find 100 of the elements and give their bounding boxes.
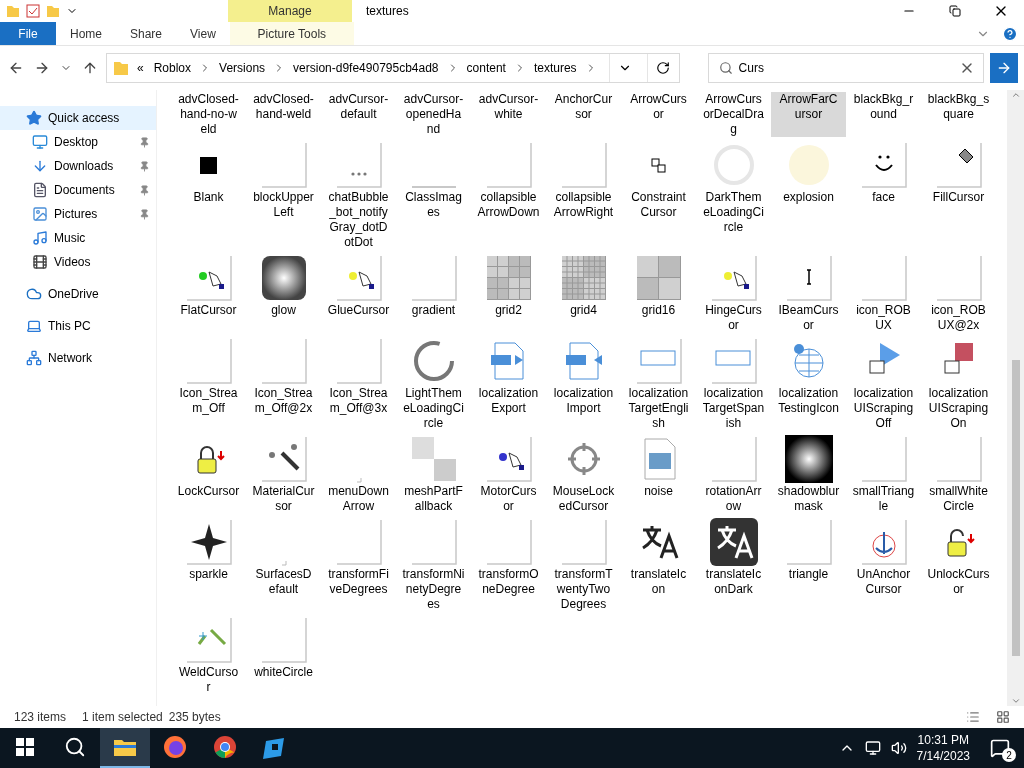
details-view-icon[interactable] [966,710,980,724]
clock[interactable]: 10:31 PM 7/14/2023 [916,732,970,764]
file-item[interactable]: meshPartFallback [396,435,471,514]
file-item[interactable]: grid2 [471,254,546,333]
file-item[interactable]: transformTwentyTwoDegrees [546,518,621,612]
file-item[interactable]: translateIcon [621,518,696,612]
sidebar-item[interactable]: This PC [0,314,156,338]
ribbon-tab[interactable]: View [176,22,230,45]
file-item[interactable]: AnchorCursor [546,92,621,137]
search-field[interactable]: Curs [707,53,984,83]
file-item[interactable]: ConstraintCursor [621,141,696,250]
file-item[interactable]: UnAnchorCursor [846,518,921,612]
file-item[interactable]: advClosed-hand-weld [246,92,321,137]
file-item[interactable]: MouseLockedCursor [546,435,621,514]
file-item[interactable]: ClassImages [396,141,471,250]
file-item[interactable]: Blank [171,141,246,250]
file-item[interactable]: transformFiveDegrees [321,518,396,612]
file-item[interactable]: menuDownArrow [321,435,396,514]
file-item[interactable]: glow [246,254,321,333]
notifications-button[interactable]: 2 [980,728,1020,768]
file-item[interactable]: HingeCursor [696,254,771,333]
file-item[interactable]: localizationUIScrapingOn [921,337,996,431]
sidebar-item[interactable]: Downloads [0,154,156,178]
taskbar-app[interactable] [100,728,150,768]
file-item[interactable]: collapsibleArrowRight [546,141,621,250]
breadcrumb[interactable]: Versions [217,61,268,75]
breadcrumb[interactable]: content [464,61,508,75]
file-item[interactable]: triangle [771,518,846,612]
file-item[interactable]: smallWhiteCircle [921,435,996,514]
help-icon[interactable] [1002,25,1018,42]
file-item[interactable]: IBeamCursor [771,254,846,333]
file-item[interactable]: FlatCursor [171,254,246,333]
icons-view-icon[interactable] [996,710,1010,724]
breadcrumb[interactable]: version-d9fe490795cb4ad8 [291,61,441,75]
file-item[interactable]: chatBubble_bot_notifyGray_dotDotDot [321,141,396,250]
file-item[interactable]: UnlockCursor [921,518,996,612]
file-item[interactable]: blockUpperLeft [246,141,321,250]
file-item[interactable]: transformOneDegree [471,518,546,612]
file-item[interactable]: whiteCircle [246,616,321,695]
file-item[interactable]: transformNinetyDegrees [396,518,471,612]
ribbon-tab[interactable]: Picture Tools [229,22,354,45]
ribbon-tab[interactable]: File [0,22,56,45]
file-item[interactable]: blackBkg_round [846,92,921,137]
sidebar-item[interactable]: Music [0,226,156,250]
ribbon-tab[interactable]: Home [56,22,116,45]
file-item[interactable]: advCursor-white [471,92,546,137]
file-item[interactable]: Icon_Stream_Off [171,337,246,431]
breadcrumb[interactable]: textures [531,61,579,75]
file-item[interactable]: WeldCursor [171,616,246,695]
file-item[interactable]: collapsibleArrowDown [471,141,546,250]
sidebar-item[interactable]: Pictures [0,202,156,226]
ribbon-tab[interactable]: Share [116,22,177,45]
scrollbar-thumb[interactable] [1011,360,1020,656]
file-item[interactable]: smallTriangle [846,435,921,514]
file-item[interactable]: icon_ROBUX@2x [921,254,996,333]
file-item[interactable]: localizationUIScrapingOff [846,337,921,431]
file-item[interactable]: shadowblurmask [771,435,846,514]
file-item[interactable]: SurfacesDefault [246,518,321,612]
file-item[interactable]: localizationExport [471,337,546,431]
overflow-breadcrumb[interactable]: « [135,61,146,75]
file-item[interactable]: blackBkg_square [921,92,996,137]
file-item[interactable]: ArrowCursor [621,92,696,137]
checklist-icon[interactable] [26,4,40,18]
file-item[interactable]: grid4 [546,254,621,333]
file-item[interactable]: advClosed-hand-no-weld [171,92,246,137]
sidebar-item[interactable]: Documents [0,178,156,202]
file-item[interactable]: grid16 [621,254,696,333]
sidebar-item[interactable]: Desktop [0,130,156,154]
breadcrumb[interactable]: Roblox [151,61,194,75]
file-item[interactable]: ArrowFarCursor [771,92,846,137]
network-icon[interactable] [864,740,881,756]
file-item[interactable]: noise [621,435,696,514]
sidebar-item[interactable]: Quick access [0,106,156,130]
file-item[interactable]: icon_ROBUX [846,254,921,333]
file-item[interactable]: explosion [771,141,846,250]
file-item[interactable]: gradient [396,254,471,333]
file-item[interactable]: LightThemeLoadingCircle [396,337,471,431]
file-item[interactable]: localizationTargetSpanish [696,337,771,431]
sidebar-item[interactable]: Videos [0,250,156,274]
file-item[interactable]: face [846,141,921,250]
file-item[interactable]: MaterialCursor [246,435,321,514]
file-item[interactable]: DarkThemeLoadingCircle [696,141,771,250]
sidebar-item[interactable]: OneDrive [0,282,156,306]
file-item[interactable]: translateIconDark [696,518,771,612]
file-item[interactable]: MotorCursor [471,435,546,514]
file-item[interactable]: GlueCursor [321,254,396,333]
file-item[interactable]: advCursor-default [321,92,396,137]
file-item[interactable]: ArrowCursorDecalDrag [696,92,771,137]
search-go-button[interactable] [990,53,1018,83]
file-item[interactable]: localizationTargetEnglish [621,337,696,431]
file-item[interactable]: advCursor-openedHand [396,92,471,137]
file-item[interactable]: Icon_Stream_Off@3x [321,337,396,431]
file-item[interactable]: sparkle [171,518,246,612]
file-item[interactable]: LockCursor [171,435,246,514]
file-item[interactable]: Icon_Stream_Off@2x [246,337,321,431]
file-item[interactable]: FillCursor [921,141,996,250]
file-item[interactable]: localizationTestingIcon [771,337,846,431]
address-bar[interactable]: « Roblox Versions version-d9fe490795cb4ad8 content textures [106,53,680,83]
sidebar-item[interactable]: Network [0,346,156,370]
scroll-down-icon[interactable] [1010,696,1021,706]
